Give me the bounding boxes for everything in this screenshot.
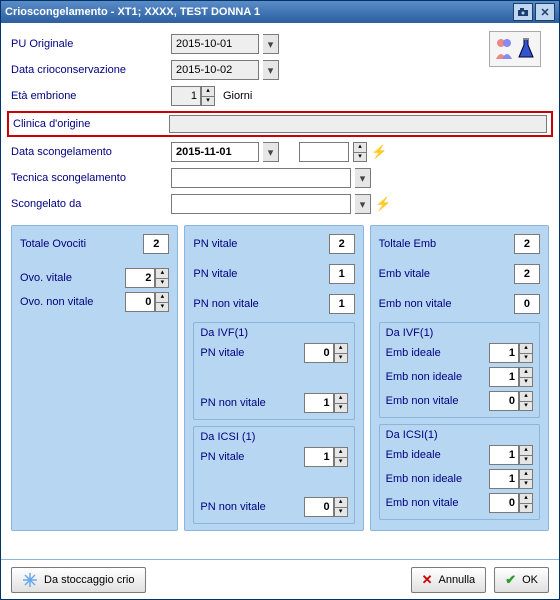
ovo-vitale-label: Ovo. vitale <box>20 272 72 284</box>
ok-label: OK <box>522 574 538 586</box>
sconda-select[interactable] <box>171 194 351 214</box>
panel-pn: PN vitale2 PN vitale1 PN non vitale1 Da … <box>184 225 363 531</box>
eta-unit: Giorni <box>223 90 252 102</box>
row-clinica: Clinica d'origine <box>7 111 553 137</box>
close-icon: ✕ <box>540 6 549 19</box>
close-button[interactable]: ✕ <box>535 3 555 21</box>
tecnica-label: Tecnica scongelamento <box>11 172 171 184</box>
sconda-dropdown[interactable]: ▾ <box>355 194 371 214</box>
sub-ivf-right: Da IVF(1) Emb ideale 1▴▾ Emb non ideale … <box>379 322 540 418</box>
pu-orig-date: 2015-10-01 <box>171 34 259 54</box>
sub-icsi-mid: Da ICSI (1) PN vitale 1▴▾ PN non vitale … <box>193 426 354 524</box>
camera-icon <box>517 7 529 17</box>
stoccaggio-button[interactable]: Da stoccaggio crio <box>11 567 146 593</box>
crio-dropdown[interactable]: ▾ <box>263 60 279 80</box>
eta-label: Età embrione <box>11 90 171 102</box>
footer: Da stoccaggio crio ✕ Annulla ✔ OK <box>1 559 559 599</box>
eta-down[interactable]: ▾ <box>201 96 215 106</box>
cancel-icon: ✕ <box>422 572 433 588</box>
pu-orig-label: PU Originale <box>11 38 171 50</box>
tecnica-dropdown[interactable]: ▾ <box>355 168 371 188</box>
eta-up[interactable]: ▴ <box>201 86 215 96</box>
annulla-button[interactable]: ✕ Annulla <box>411 567 487 593</box>
scong-date[interactable]: 2015-11-01 <box>171 142 259 162</box>
row-eta: Età embrione 1 ▴▾ Giorni <box>11 83 549 109</box>
row-tecnica: Tecnica scongelamento ▾ <box>11 165 549 191</box>
row-pu-originale: PU Originale 2015-10-01 ▾ <box>11 31 549 57</box>
ovo-non-label: Ovo. non vitale <box>20 296 93 308</box>
window-title: Crioscongelamento - XT1; XXXX, TEST DONN… <box>5 6 511 18</box>
totale-ovo-val: 2 <box>143 234 169 254</box>
panel-ovociti: Totale Ovociti 2 Ovo. vitale 2 ▴▾ Ovo. n… <box>11 225 178 531</box>
clinica-field[interactable] <box>169 115 547 133</box>
row-scong-date: Data scongelamento 2015-11-01 ▾ ▴▾ ⚡ <box>11 139 549 165</box>
clinica-label: Clinica d'origine <box>13 118 169 130</box>
eta-value: 1 <box>171 86 201 106</box>
pu-orig-dropdown[interactable]: ▾ <box>263 34 279 54</box>
panel-emb: Toltale Emb2 Emb vitale2 Emb non vitale0… <box>370 225 549 531</box>
sub-icsi-right: Da ICSI(1) Emb ideale 1▴▾ Emb non ideale… <box>379 424 540 520</box>
scong-time[interactable] <box>299 142 349 162</box>
header-icons[interactable] <box>489 31 541 67</box>
camera-button[interactable] <box>513 3 533 21</box>
titlebar: Crioscongelamento - XT1; XXXX, TEST DONN… <box>1 1 559 23</box>
row-crio: Data crioconservazione 2015-10-02 ▾ <box>11 57 549 83</box>
sconda-label: Scongelato da <box>11 198 171 210</box>
bolt-icon-2[interactable]: ⚡ <box>375 196 391 212</box>
scong-dropdown[interactable]: ▾ <box>263 142 279 162</box>
totale-ovo-label: Totale Ovociti <box>20 238 86 250</box>
eta-spinner[interactable]: 1 ▴▾ <box>171 86 215 106</box>
tecnica-select[interactable] <box>171 168 351 188</box>
time-up[interactable]: ▴ <box>353 142 367 152</box>
sub-ivf-mid: Da IVF(1) PN vitale 0▴▾ PN non vitale 1▴… <box>193 322 354 420</box>
crio-date: 2015-10-02 <box>171 60 259 80</box>
bolt-icon[interactable]: ⚡ <box>371 144 387 160</box>
scong-label: Data scongelamento <box>11 146 171 158</box>
stoccaggio-label: Da stoccaggio crio <box>44 574 135 586</box>
crio-label: Data crioconservazione <box>11 64 171 76</box>
couple-icon <box>494 37 514 61</box>
row-sconda: Scongelato da ▾ ⚡ <box>11 191 549 217</box>
ok-button[interactable]: ✔ OK <box>494 567 549 593</box>
time-down[interactable]: ▾ <box>353 152 367 162</box>
flask-icon <box>516 37 536 61</box>
ovo-non-spin[interactable]: 0 ▴▾ <box>125 292 169 312</box>
annulla-label: Annulla <box>438 574 475 586</box>
check-icon: ✔ <box>505 572 516 588</box>
cryo-icon <box>22 572 38 588</box>
ovo-vitale-spin[interactable]: 2 ▴▾ <box>125 268 169 288</box>
